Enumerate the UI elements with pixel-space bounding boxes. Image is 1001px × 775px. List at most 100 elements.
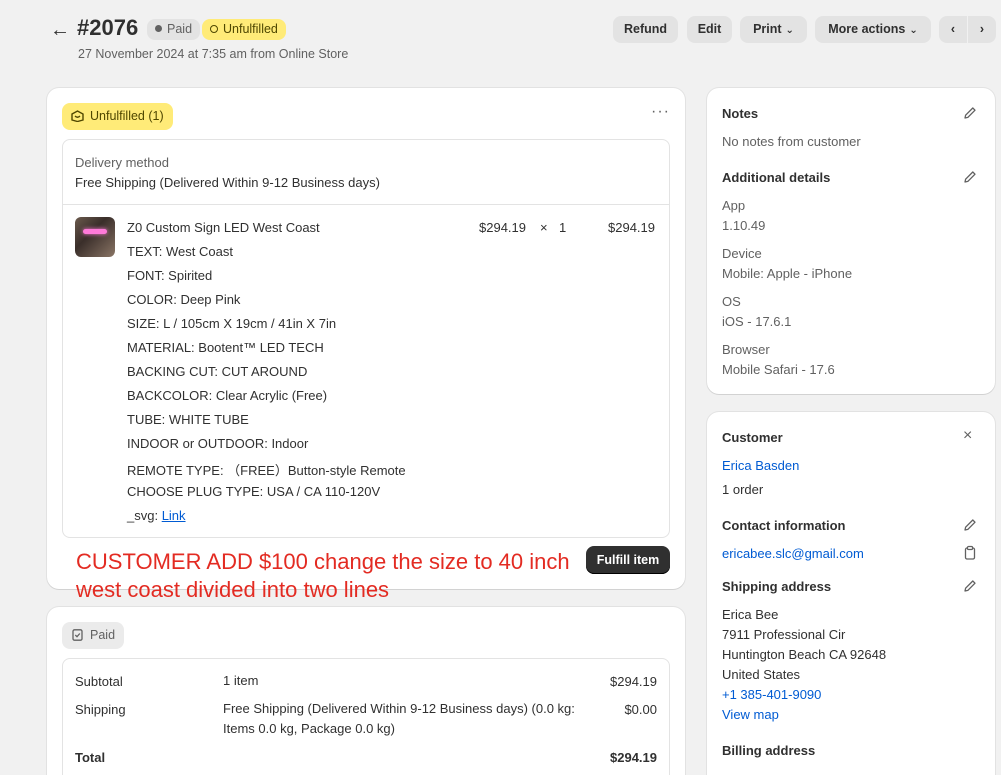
edit-button[interactable]: Edit: [687, 16, 732, 43]
property-remote-type: REMOTE TYPE: （FREE）Button-style Remote: [127, 463, 406, 478]
customer-email-link[interactable]: ericabee.slc@gmail.com: [722, 546, 864, 561]
notes-text: No notes from customer: [722, 134, 861, 149]
property-backing-cut: BACKING CUT: CUT AROUND: [127, 364, 308, 379]
address-line-street: 7911 Professional Cir: [722, 627, 846, 642]
subtotal-desc: 1 item: [223, 673, 259, 688]
print-button-label: Print: [753, 22, 782, 36]
delivery-method-value: Free Shipping (Delivered Within 9-12 Bus…: [75, 175, 380, 190]
edit-pencil-icon[interactable]: [962, 105, 978, 121]
more-actions-label: More actions: [828, 22, 906, 36]
delivery-method-label: Delivery method: [75, 155, 169, 170]
detail-device-label: Device: [722, 246, 762, 261]
address-line-country: United States: [722, 667, 801, 682]
more-options-icon[interactable]: ···: [651, 103, 670, 121]
property-material: MATERIAL: Bootent™ LED TECH: [127, 340, 324, 355]
print-button[interactable]: Print ⌄: [740, 16, 807, 43]
chevron-down-icon: ⌄: [909, 25, 918, 36]
chevron-left-icon: ‹: [950, 22, 956, 36]
property-plug-type: CHOOSE PLUG TYPE: USA / CA 110-120V: [127, 484, 381, 499]
detail-app-value: 1.10.49: [722, 218, 766, 233]
address-line-name: Erica Bee: [722, 607, 779, 622]
shipping-desc-line-2: Items 0.0 kg, Package 0.0 kg): [223, 721, 395, 736]
detail-browser-value: Mobile Safari - 17.6: [722, 362, 835, 377]
svg-link[interactable]: Link: [162, 508, 186, 523]
product-title[interactable]: Z0 Custom Sign LED West Coast: [127, 220, 320, 235]
property-tube: TUBE: WHITE TUBE: [127, 412, 249, 427]
detail-browser-label: Browser: [722, 342, 770, 357]
shipping-address-title: Shipping address: [722, 579, 832, 594]
address-line-city: Huntington Beach CA 92648: [722, 647, 887, 662]
refund-button[interactable]: Refund: [613, 16, 678, 43]
property-color: COLOR: Deep Pink: [127, 292, 241, 307]
property-font: FONT: Spirited: [127, 268, 213, 283]
neon-sign-image: [83, 229, 107, 234]
unfulfilled-badge-label: Unfulfilled: [223, 22, 278, 36]
unfulfilled-status-badge: Unfulfilled: [202, 19, 286, 40]
previous-order-button[interactable]: ‹: [939, 16, 967, 43]
notes-card: Notes No notes from customer Additional …: [707, 88, 995, 394]
receipt-check-icon: [72, 629, 83, 641]
shipping-desc-line-1: Free Shipping (Delivered Within 9-12 Bus…: [223, 701, 575, 716]
subtotal-label: Subtotal: [75, 674, 123, 689]
notes-title: Notes: [722, 106, 759, 121]
divider: [63, 204, 669, 205]
unfulfilled-pill: Unfulfilled (1): [62, 103, 173, 130]
customer-card: Customer × Erica Basden 1 order Contact …: [707, 412, 995, 775]
paid-status-badge: Paid: [147, 19, 201, 40]
detail-os-label: OS: [722, 294, 741, 309]
edit-pencil-icon[interactable]: [962, 578, 978, 594]
item-quantity: 1: [559, 220, 567, 235]
subtotal-amount: $294.19: [610, 674, 657, 689]
total-label: Total: [75, 750, 106, 765]
detail-app-label: App: [722, 198, 746, 213]
package-icon: [71, 110, 84, 122]
annotation-line-2: west coast divided into two lines: [76, 577, 390, 602]
multiply-sign: ×: [540, 220, 548, 235]
edit-pencil-icon[interactable]: [962, 169, 978, 185]
unfulfilled-pill-label: Unfulfilled (1): [90, 109, 164, 123]
fulfillment-card: Unfulfilled (1) ··· Delivery method Free…: [47, 88, 685, 602]
edit-pencil-icon[interactable]: [962, 517, 978, 533]
page-header: ← #2076 Paid Unfulfilled 27 November 202…: [0, 0, 1001, 75]
contact-information-title: Contact information: [722, 518, 846, 533]
property-size: SIZE: L / 105cm X 19cm / 41in X 7in: [127, 316, 337, 331]
property-backcolor: BACKCOLOR: Clear Acrylic (Free): [127, 388, 328, 403]
paid-pill-label: Paid: [90, 628, 116, 642]
payment-card: Paid Subtotal 1 item $294.19 Shipping Fr…: [47, 607, 685, 775]
paid-badge-label: Paid: [167, 22, 193, 36]
item-unit-price: $294.19: [479, 220, 526, 235]
property-text: TEXT: West Coast: [127, 244, 233, 259]
item-line-total: $294.19: [608, 220, 655, 235]
line-items-box: Delivery method Free Shipping (Delivered…: [62, 139, 670, 538]
total-amount: $294.19: [610, 750, 657, 765]
shipping-desc: Free Shipping (Delivered Within 9-12 Bus…: [223, 699, 575, 739]
next-order-button[interactable]: ›: [968, 16, 996, 43]
customer-phone-link[interactable]: +1 385-401-9090: [722, 687, 821, 702]
ring-icon: [210, 25, 218, 33]
customer-name-link[interactable]: Erica Basden: [722, 458, 799, 473]
shipping-amount: $0.00: [624, 702, 657, 717]
clipboard-copy-icon[interactable]: [962, 545, 978, 561]
payment-summary-box: Subtotal 1 item $294.19 Shipping Free Sh…: [62, 658, 670, 775]
customer-title: Customer: [722, 430, 783, 445]
shipping-label: Shipping: [75, 702, 126, 717]
svg-label: _svg:: [127, 508, 162, 523]
detail-os-value: iOS - 17.6.1: [722, 314, 792, 329]
fulfill-item-button[interactable]: Fulfill item: [586, 546, 670, 574]
view-map-link[interactable]: View map: [722, 707, 779, 722]
billing-address-title: Billing address: [722, 743, 816, 758]
product-thumbnail[interactable]: [75, 217, 115, 257]
additional-details-title: Additional details: [722, 170, 831, 185]
customer-orders-count: 1 order: [722, 482, 764, 497]
back-arrow-icon[interactable]: ←: [50, 19, 70, 42]
annotation-line-1: CUSTOMER ADD $100 change the size to 40 …: [76, 549, 570, 574]
chevron-right-icon: ›: [979, 22, 985, 36]
more-actions-button[interactable]: More actions ⌄: [815, 16, 931, 43]
close-icon[interactable]: ×: [963, 427, 972, 445]
property-svg: _svg: Link: [127, 508, 186, 523]
dot-icon: [155, 25, 162, 32]
red-annotation: CUSTOMER ADD $100 change the size to 40 …: [76, 548, 570, 604]
chevron-down-icon: ⌄: [785, 25, 794, 36]
property-indoor-outdoor: INDOOR or OUTDOOR: Indoor: [127, 436, 309, 451]
order-number: #2076: [77, 15, 139, 40]
